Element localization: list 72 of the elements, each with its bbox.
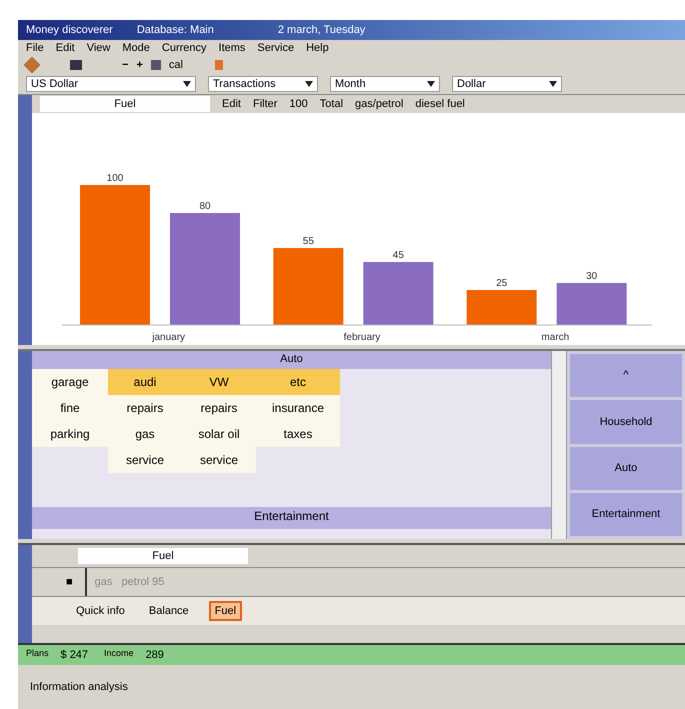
toolbar-item[interactable]: diesel fuel xyxy=(415,96,465,112)
database-name: Database: Main xyxy=(136,22,214,38)
menu-item[interactable]: File xyxy=(26,40,44,56)
category-label: january xyxy=(152,332,186,343)
caret-icon xyxy=(305,81,313,87)
total-label: Plans xyxy=(26,646,49,660)
category-cell[interactable]: insurance xyxy=(256,395,340,421)
category-cell[interactable]: parking xyxy=(32,421,108,447)
caret-icon xyxy=(427,81,435,87)
category-button[interactable]: Entertainment xyxy=(570,492,682,536)
tab[interactable]: Quick info xyxy=(72,602,129,620)
category-cell[interactable]: VW xyxy=(182,369,256,395)
group-header[interactable]: Entertainment xyxy=(32,507,551,529)
menu-item[interactable]: Service xyxy=(257,40,294,56)
total-value: 289 xyxy=(146,648,164,663)
filter-field[interactable]: Fuel xyxy=(40,96,210,112)
category-cell[interactable]: garage xyxy=(32,369,108,395)
scrollbar[interactable] xyxy=(551,351,567,539)
toolbar-button[interactable]: − xyxy=(122,56,128,74)
category-button[interactable]: ^ xyxy=(570,354,682,398)
category-cell[interactable]: service xyxy=(108,447,182,473)
tab[interactable]: Balance xyxy=(144,602,193,620)
menu-item[interactable]: Currency xyxy=(162,40,207,56)
caret-icon xyxy=(549,81,557,87)
category-label: march xyxy=(541,332,570,343)
category-cell[interactable]: repairs xyxy=(108,395,182,421)
toolbar-label[interactable]: cal xyxy=(168,56,183,74)
dropdown[interactable]: Month xyxy=(330,76,440,92)
total-value: $ 247 xyxy=(60,648,88,663)
value-label: 100 xyxy=(106,173,124,184)
column-header: Fuel xyxy=(78,548,248,564)
category-button[interactable]: Auto xyxy=(570,446,682,490)
status-text: Information analysis xyxy=(30,680,128,695)
row-marker: ■ xyxy=(66,574,73,590)
toolbar-button[interactable]: + xyxy=(136,56,143,74)
dropdown[interactable]: Transactions xyxy=(208,76,318,92)
menu-item[interactable]: Help xyxy=(306,40,329,56)
category-cell[interactable]: solar oil xyxy=(182,421,256,447)
category-button[interactable]: Household xyxy=(570,400,682,444)
menu-item[interactable]: View xyxy=(86,40,110,56)
category-cell[interactable]: repairs xyxy=(182,395,256,421)
date-text: 2 march, Tuesday xyxy=(278,22,366,38)
toolbar-item[interactable]: 100 xyxy=(289,96,308,112)
category-cell[interactable]: taxes xyxy=(256,421,340,447)
menu-item[interactable]: Edit xyxy=(56,40,75,56)
total-label: Income xyxy=(104,646,134,660)
category-label: february xyxy=(344,332,380,343)
window-title: Money discoverer xyxy=(26,22,113,38)
group-header[interactable]: Auto xyxy=(32,351,551,369)
toolbar-item[interactable]: Edit xyxy=(222,96,241,112)
dropdown[interactable]: Dollar xyxy=(452,76,562,92)
value-label: 55 xyxy=(302,236,314,247)
caret-icon xyxy=(183,81,191,87)
category-cell[interactable]: service xyxy=(182,447,256,473)
value-label: 80 xyxy=(199,201,211,212)
dropdown[interactable]: US Dollar xyxy=(26,76,196,92)
bar xyxy=(363,262,434,325)
value-label: 30 xyxy=(586,271,598,282)
toolbar-item[interactable]: Total xyxy=(320,96,344,112)
category-cell[interactable]: gas xyxy=(108,421,182,447)
bar xyxy=(466,290,537,325)
tab[interactable]: Fuel xyxy=(208,600,242,622)
toolbar-item[interactable]: gas/petrol xyxy=(355,96,404,112)
category-cell[interactable]: fine xyxy=(32,395,108,421)
value-label: 25 xyxy=(496,278,508,289)
category-cell[interactable]: etc xyxy=(256,369,340,395)
category-cell[interactable]: audi xyxy=(108,369,182,395)
toolbar-item[interactable]: Filter xyxy=(252,96,278,112)
menu-item[interactable]: Mode xyxy=(122,40,150,56)
value-label: 45 xyxy=(392,250,404,261)
bar xyxy=(556,283,627,325)
menu-item[interactable]: Items xyxy=(218,40,246,56)
